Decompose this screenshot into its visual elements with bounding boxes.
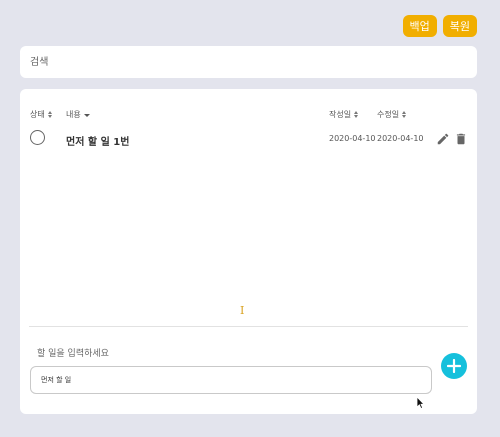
column-header-content-label: 내용: [66, 110, 81, 119]
restore-button[interactable]: 복원: [442, 15, 477, 37]
search-input[interactable]: [20, 46, 477, 78]
pencil-icon[interactable]: [436, 131, 450, 145]
modified-date: 2020-04-10: [377, 134, 424, 143]
divider: [29, 326, 468, 327]
text-cursor-indicator: I: [240, 304, 245, 317]
mouse-pointer-icon: [416, 396, 425, 410]
column-header-status-label: 상태: [30, 110, 45, 119]
table-row: 먼저 할 일 1번 2020-04-10 2020-04-10: [20, 129, 477, 149]
sort-icon: [354, 111, 359, 118]
column-header-content[interactable]: 내용: [66, 109, 90, 120]
created-date: 2020-04-10: [329, 134, 376, 143]
backup-button[interactable]: 백업: [402, 15, 437, 37]
search-card: [20, 46, 477, 78]
caret-down-icon: [83, 114, 90, 117]
todo-card: 상태 내용 작성일 수정일 먼저 할 일 1번 2020-04-10 2020-…: [20, 89, 477, 414]
add-todo-button[interactable]: [441, 353, 467, 379]
column-header-modified-label: 수정일: [377, 110, 400, 119]
sort-icon: [47, 111, 52, 118]
status-toggle[interactable]: [30, 130, 45, 145]
new-todo-input[interactable]: [30, 366, 432, 394]
todo-text: 먼저 할 일 1번: [66, 137, 130, 148]
sort-icon: [402, 111, 407, 118]
plus-icon: [447, 359, 461, 373]
column-header-status[interactable]: 상태: [30, 109, 52, 120]
column-header-created[interactable]: 작성일: [329, 109, 359, 120]
new-todo-label: 할 일을 입력하세요: [37, 349, 109, 359]
column-header-created-label: 작성일: [329, 110, 352, 119]
trash-icon[interactable]: [454, 131, 468, 145]
top-actions: 백업 복원: [402, 15, 477, 37]
column-header-modified[interactable]: 수정일: [377, 109, 407, 120]
